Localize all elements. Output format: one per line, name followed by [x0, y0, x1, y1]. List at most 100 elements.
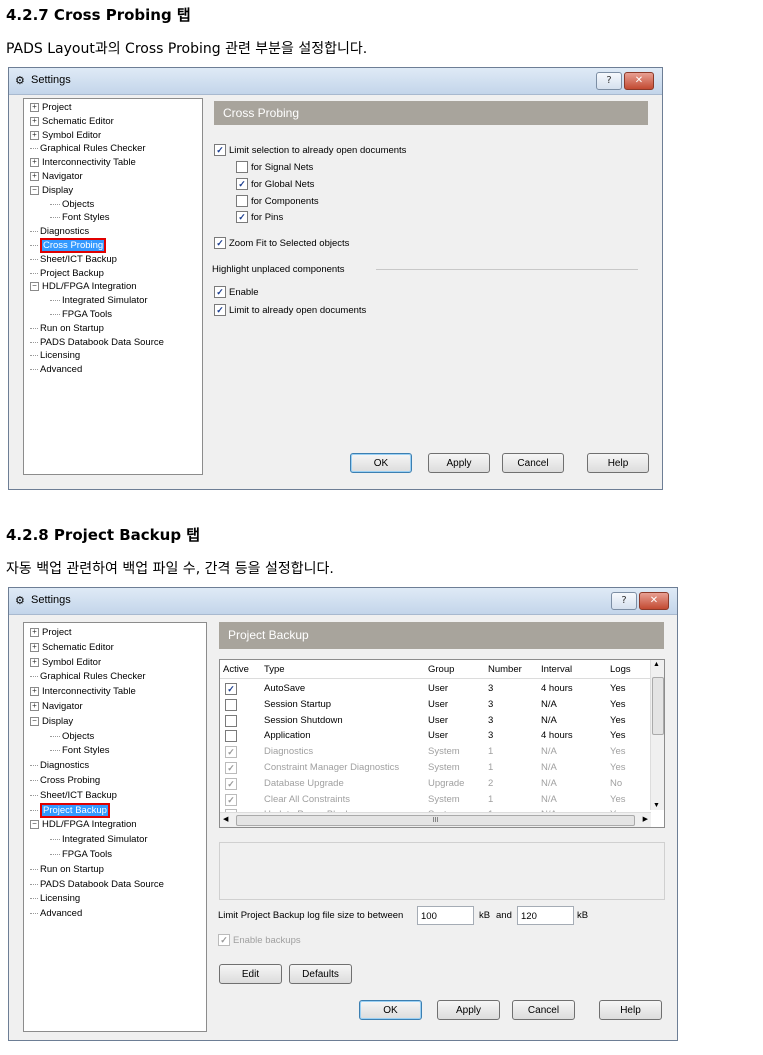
tree-item-sheet-ict-backup[interactable]: Sheet/ICT Backup: [30, 789, 117, 802]
expand-icon[interactable]: +: [30, 102, 39, 112]
expand-icon[interactable]: +: [30, 701, 39, 711]
tree-item-cross-probing[interactable]: Cross Probing: [30, 774, 100, 787]
table-row[interactable]: Session Shutdown User 3 N/A Yes: [220, 713, 651, 729]
table-row[interactable]: ✓ AutoSave User 3 4 hours Yes: [220, 681, 651, 697]
tree-item-sheet-ict-backup[interactable]: Sheet/ICT Backup: [30, 253, 117, 266]
tree-item-graphical-rules-checker[interactable]: Graphical Rules Checker: [30, 142, 146, 155]
tree-item-fpga-tools[interactable]: FPGA Tools: [50, 848, 112, 861]
zoom-fit-checkbox[interactable]: ✓: [214, 237, 226, 250]
edit-button[interactable]: Edit: [219, 964, 282, 984]
tree-item-symbol-editor[interactable]: + Symbol Editor: [30, 129, 101, 142]
horizontal-scrollbar[interactable]: ◀ III ▶: [220, 812, 651, 827]
tree-item-run-on-startup[interactable]: Run on Startup: [30, 863, 104, 876]
tree-item-schematic-editor[interactable]: + Schematic Editor: [30, 641, 114, 654]
active-checkbox[interactable]: ✓: [225, 746, 237, 759]
tree-item-run-on-startup[interactable]: Run on Startup: [30, 322, 104, 335]
cancel-button[interactable]: Cancel: [502, 453, 564, 473]
tree-item-symbol-editor[interactable]: + Symbol Editor: [30, 656, 101, 669]
column-header-type[interactable]: Type: [264, 662, 285, 678]
table-row[interactable]: Application User 3 4 hours Yes: [220, 728, 651, 744]
tree-item-licensing[interactable]: Licensing: [30, 349, 80, 362]
collapse-icon[interactable]: −: [30, 185, 39, 195]
limit-selection-checkbox[interactable]: ✓: [214, 144, 226, 157]
tree-item-objects[interactable]: Objects: [50, 198, 94, 211]
tree-item-project[interactable]: + Project: [30, 101, 72, 114]
tree-item-project[interactable]: + Project: [30, 626, 72, 639]
tree-item-hdl-fpga-integration[interactable]: − HDL/FPGA Integration: [30, 280, 137, 293]
global-nets-checkbox[interactable]: ✓: [236, 178, 248, 191]
tree-item-font-styles[interactable]: Font Styles: [50, 211, 110, 224]
active-checkbox[interactable]: [225, 698, 237, 711]
components-checkbox[interactable]: [236, 195, 248, 208]
expand-icon[interactable]: +: [30, 130, 39, 140]
tree-item-advanced[interactable]: Advanced: [30, 907, 82, 920]
tree-item-project-backup[interactable]: Project Backup: [30, 802, 110, 818]
scroll-thumb[interactable]: [652, 677, 664, 735]
tree-item-licensing[interactable]: Licensing: [30, 892, 80, 905]
active-checkbox[interactable]: [225, 714, 237, 727]
apply-button[interactable]: Apply: [437, 1000, 500, 1020]
tree-item-interconnectivity-table[interactable]: + Interconnectivity Table: [30, 685, 136, 698]
active-checkbox[interactable]: ✓: [225, 762, 237, 774]
pins-checkbox[interactable]: ✓: [236, 211, 248, 224]
tree-item-schematic-editor[interactable]: + Schematic Editor: [30, 115, 114, 128]
apply-button[interactable]: Apply: [428, 453, 490, 473]
components-option[interactable]: for Components: [236, 195, 319, 208]
help-window-button[interactable]: ?: [596, 72, 622, 90]
scroll-right-icon[interactable]: ▶: [643, 815, 648, 823]
signal-nets-option[interactable]: for Signal Nets: [236, 161, 313, 174]
table-row[interactable]: ✓ Constraint Manager Diagnostics System 1 N/…: [220, 760, 651, 776]
tree-item-project-backup[interactable]: Project Backup: [30, 267, 104, 280]
hscroll-thumb[interactable]: III: [236, 815, 635, 826]
expand-icon[interactable]: +: [30, 158, 39, 168]
enable-option[interactable]: ✓ Enable: [214, 286, 259, 299]
tree-item-display[interactable]: − Display: [30, 184, 73, 197]
help-button[interactable]: Help: [599, 1000, 662, 1020]
table-row[interactable]: ✓ Diagnostics System 1 N/A Yes: [220, 744, 651, 760]
ok-button[interactable]: OK: [359, 1000, 422, 1020]
tree-item-font-styles[interactable]: Font Styles: [50, 744, 110, 757]
expand-icon[interactable]: +: [30, 116, 39, 126]
active-checkbox[interactable]: [225, 730, 237, 743]
collapse-icon[interactable]: −: [30, 820, 39, 830]
scroll-left-icon[interactable]: ◀: [223, 815, 228, 823]
tree-item-interconnectivity-table[interactable]: + Interconnectivity Table: [30, 156, 136, 169]
tree-item-display[interactable]: − Display: [30, 715, 73, 728]
vertical-scrollbar[interactable]: ▲ ▼: [650, 660, 664, 810]
tree-item-hdl-fpga-integration[interactable]: − HDL/FPGA Integration: [30, 818, 137, 831]
table-row[interactable]: ✓ Database Upgrade Upgrade 2 N/A No: [220, 776, 651, 792]
active-checkbox[interactable]: ✓: [225, 777, 237, 790]
column-header-group[interactable]: Group: [428, 662, 454, 678]
column-header-active[interactable]: Active: [223, 662, 249, 678]
enable-backups-checkbox[interactable]: ✓: [218, 934, 230, 947]
limit-open-option[interactable]: ✓ Limit to already open documents: [214, 304, 366, 317]
column-header-number[interactable]: Number: [488, 662, 522, 678]
tree-item-integrated-simulator[interactable]: Integrated Simulator: [50, 833, 148, 846]
signal-nets-checkbox[interactable]: [236, 161, 248, 174]
enable-checkbox[interactable]: ✓: [214, 286, 226, 299]
limit-selection-option[interactable]: ✓ Limit selection to already open documen…: [214, 144, 406, 157]
expand-icon[interactable]: +: [30, 657, 39, 667]
enable-backups-option[interactable]: ✓ Enable backups: [218, 934, 301, 947]
defaults-button[interactable]: Defaults: [289, 964, 352, 984]
help-window-button[interactable]: ?: [611, 592, 637, 610]
close-window-button[interactable]: ✕: [624, 72, 654, 90]
tree-item-pads-databook-data-source[interactable]: PADS Databook Data Source: [30, 878, 164, 891]
limit-open-checkbox[interactable]: ✓: [214, 304, 226, 317]
global-nets-option[interactable]: ✓ for Global Nets: [236, 178, 314, 191]
zoom-fit-option[interactable]: ✓ Zoom Fit to Selected objects: [214, 237, 349, 250]
active-checkbox[interactable]: ✓: [225, 683, 237, 695]
max-size-input[interactable]: 120: [517, 906, 574, 925]
scroll-down-icon[interactable]: ▼: [653, 802, 660, 809]
close-window-button[interactable]: ✕: [639, 592, 669, 610]
tree-item-cross-probing[interactable]: Cross Probing: [30, 238, 107, 253]
pins-option[interactable]: ✓ for Pins: [236, 211, 283, 224]
tree-item-integrated-simulator[interactable]: Integrated Simulator: [50, 294, 148, 307]
tree-item-graphical-rules-checker[interactable]: Graphical Rules Checker: [30, 670, 146, 683]
tree-item-fpga-tools[interactable]: FPGA Tools: [50, 308, 112, 321]
cancel-button[interactable]: Cancel: [512, 1000, 575, 1020]
scroll-up-icon[interactable]: ▲: [653, 661, 660, 668]
table-row[interactable]: ✓ Clear All Constraints System 1 N/A Yes: [220, 792, 651, 808]
tree-item-advanced[interactable]: Advanced: [30, 363, 82, 376]
tree-item-diagnostics[interactable]: Diagnostics: [30, 225, 89, 238]
